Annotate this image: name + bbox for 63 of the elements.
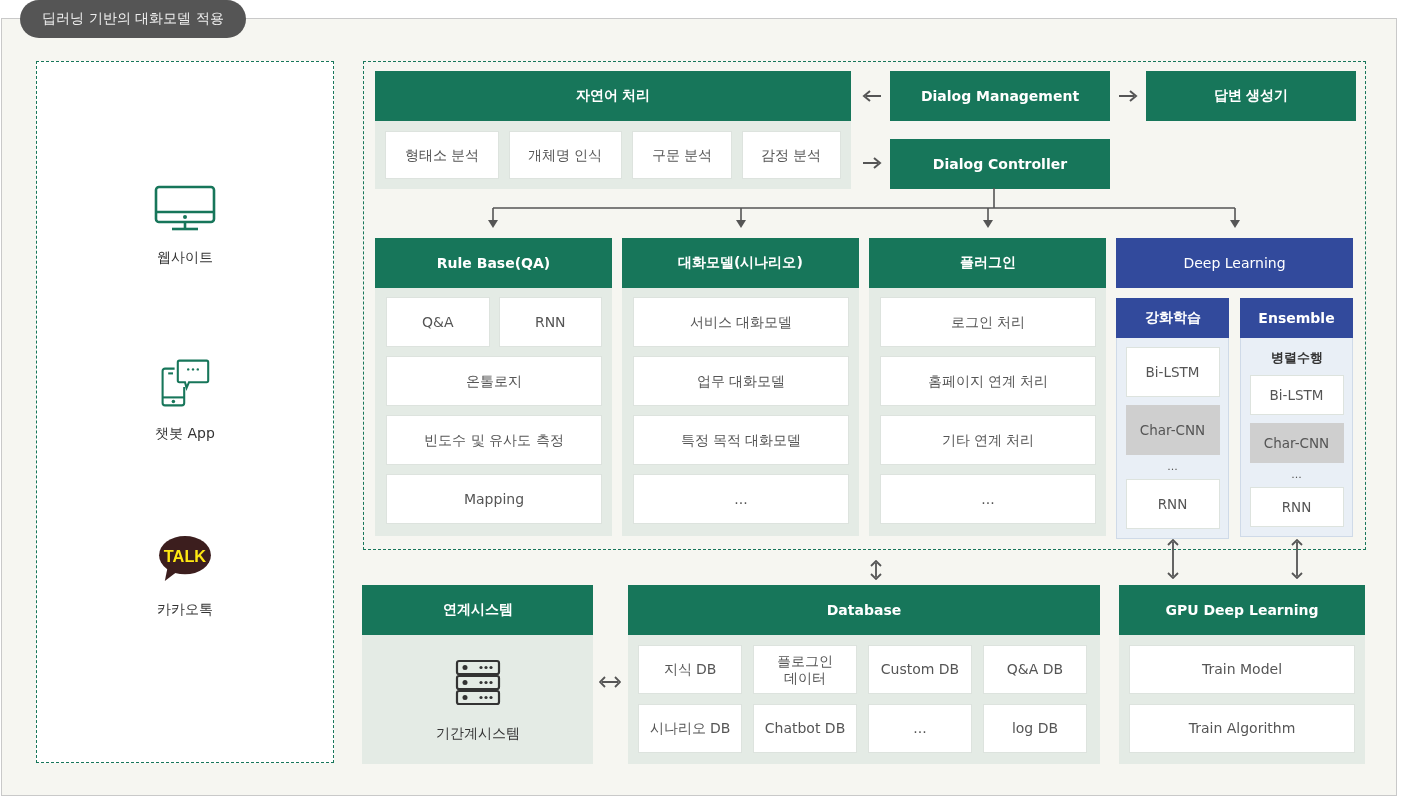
database-item: log DB [983,704,1087,753]
module-item: 구문 분석 [632,131,732,179]
panel-header: Rule Base(QA) [375,238,612,288]
panel-header: 자연어 처리 [375,71,851,121]
module-item: 로그인 처리 [880,297,1096,347]
double-arrow [599,676,621,688]
module-item: 기타 연계 처리 [880,415,1096,465]
module-item: 빈도수 및 유사도 측정 [386,415,602,465]
database-item: Chatbot DB [753,704,857,753]
right-arrow [862,157,882,169]
module-item: RNN [498,297,602,347]
process-box: 답변 생성기 [1146,71,1356,121]
training-item: Train Model [1129,645,1355,694]
module-item: 특정 목적 대화모델 [633,415,849,465]
panel-header: 대화모델(시나리오) [622,238,859,288]
channel-label: 카카오톡 [157,601,213,619]
model-item: Char-CNN [1125,405,1220,455]
double-arrow [1291,539,1303,579]
module-item: 서비스 대화모델 [633,297,849,347]
module-item: 업무 대화모델 [633,356,849,406]
database-item: 시나리오 DB [638,704,742,753]
ellipsis: ... [1167,463,1178,471]
channel-label: 웹사이트 [157,249,213,267]
model-item: Bi-LSTM [1249,375,1344,415]
left-arrow [862,90,882,102]
module-item: Mapping [386,474,602,524]
process-box: Dialog Management [890,71,1110,121]
database-item: ... [868,704,972,753]
module-item: 감정 분석 [741,131,841,179]
panel-header: Database [628,585,1100,635]
system-label: 기간계시스템 [435,725,520,743]
panel-header: Ensemble [1240,298,1353,338]
module-item: 온톨로지 [386,356,602,406]
panel-header: Deep Learning [1116,238,1353,288]
ellipsis: ... [1291,471,1302,479]
double-arrow [870,560,882,580]
section-title: 딥러닝 기반의 대화모델 적용 [20,0,246,38]
model-item: RNN [1125,479,1220,529]
model-item: Bi-LSTM [1125,347,1220,397]
database-item: Custom DB [868,645,972,694]
module-item: 형태소 분석 [385,131,499,179]
module-item: 홈페이지 연계 처리 [880,356,1096,406]
training-item: Train Algorithm [1129,704,1355,753]
database-item: 지식 DB [638,645,742,694]
model-item: RNN [1249,487,1344,527]
double-arrow [1167,539,1179,579]
right-arrow [1118,90,1138,102]
module-item: ... [880,474,1096,524]
module-item: ... [633,474,849,524]
monitor-icon [154,185,216,231]
process-box: Dialog Controller [890,139,1110,189]
module-item: Q&A [386,297,490,347]
panel-header: 플러그인 [869,238,1106,288]
channel-label: 챗봇 App [155,425,215,443]
group-caption: 병렬수행 [1270,349,1323,367]
database-item: Q&A DB [983,645,1087,694]
module-item: 개체명 인식 [508,131,622,179]
panel-header: 연계시스템 [362,585,593,635]
model-item: Char-CNN [1249,423,1344,463]
panel-header: GPU Deep Learning [1119,585,1365,635]
server-icon [453,659,502,707]
database-item: 플로그인 데이터 [753,645,857,694]
panel-header: 강화학습 [1116,298,1229,338]
